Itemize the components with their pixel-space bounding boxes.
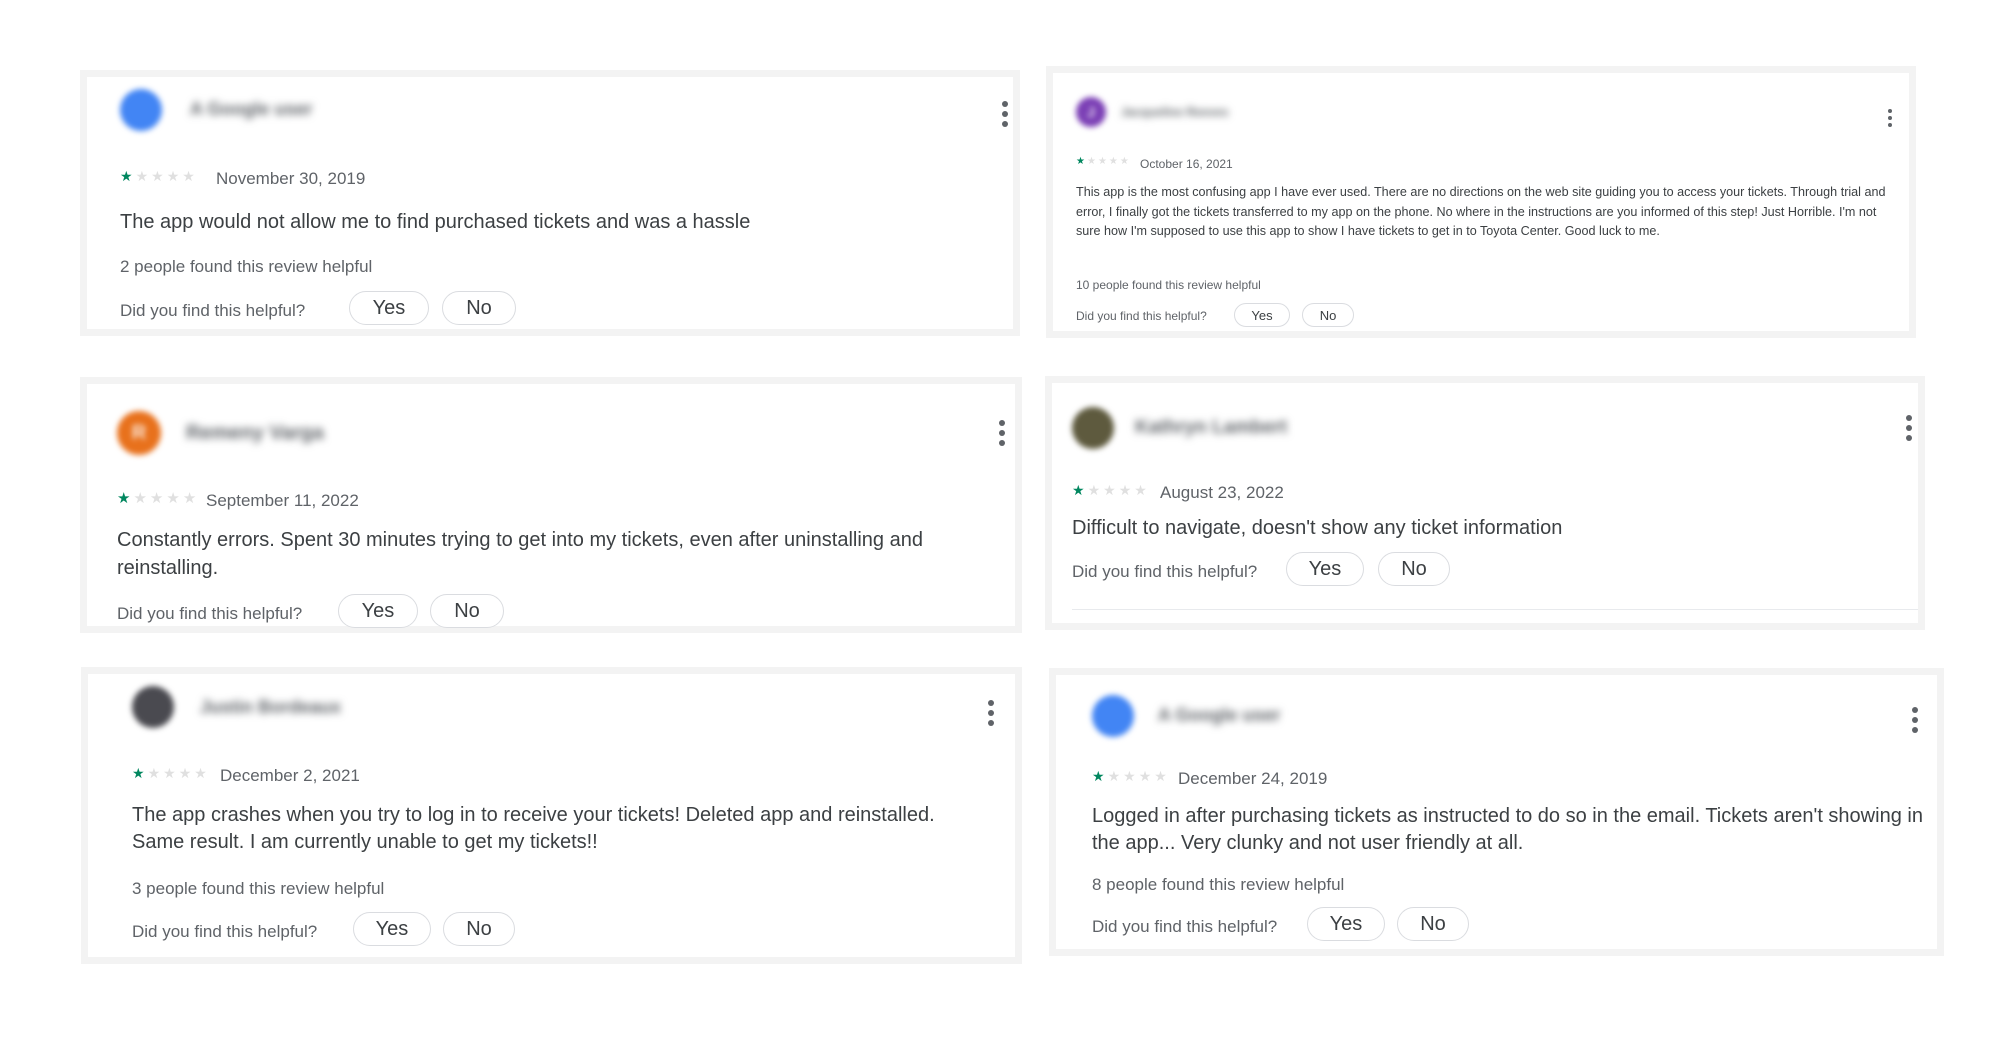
helpful-count: 10 people found this review helpful [1076,278,1261,292]
review-card: Kathryn Lambert ★ ★ ★ ★ ★ August 23, 2022 Di… [1045,376,1925,630]
star-icon: ★ [120,168,133,184]
yes-button[interactable]: Yes [1307,907,1385,941]
helpful-question: Did you find this helpful? [1076,309,1207,323]
yes-button[interactable]: Yes [349,291,429,325]
star-icon: ★ [151,168,164,184]
star-icon: ★ [194,765,207,781]
review-date: November 30, 2019 [216,169,366,188]
no-button[interactable]: No [443,912,515,946]
star-icon: ★ [132,765,145,781]
star-rating: ★ ★ ★ ★ ★ [117,491,196,506]
review-date: September 11, 2022 [206,491,359,510]
star-icon: ★ [149,490,164,507]
reviewer-name: Remeny Varga [186,422,324,444]
no-button[interactable]: No [1397,907,1469,941]
avatar [132,686,174,728]
star-icon: ★ [166,490,180,507]
star-icon: ★ [1086,156,1096,167]
divider [1072,609,1918,610]
reviewer-name: A Google user [190,99,313,119]
review-card: A Google user ★ ★ ★ ★ ★ December 24, 2019 Lo… [1049,668,1944,956]
review-text: Logged in after purchasing tickets as in… [1092,805,1923,854]
more-options-icon[interactable] [998,420,1006,446]
star-icon: ★ [182,490,197,507]
helpful-question: Did you find this helpful? [120,301,306,320]
review-date: December 24, 2019 [1178,769,1328,788]
review-date: August 23, 2022 [1160,483,1284,502]
star-icon: ★ [178,765,192,781]
more-options-icon[interactable] [1911,707,1919,733]
more-options-icon[interactable] [1905,415,1913,441]
no-button[interactable]: No [1302,303,1354,327]
review-card: A Google user ★ ★ ★ ★ ★ November 30, 2019 Th… [80,70,1020,336]
reviewer-name: Justin Bordeaux [200,697,342,717]
yes-button[interactable]: Yes [338,594,418,628]
star-icon: ★ [117,490,131,507]
no-button[interactable]: No [430,594,504,628]
star-icon: ★ [133,490,147,507]
star-rating: ★ ★ ★ ★ ★ [132,766,207,780]
yes-button[interactable]: Yes [353,912,431,946]
avatar: R [117,411,161,455]
helpful-count: 8 people found this review helpful [1092,875,1345,894]
star-icon: ★ [163,765,176,781]
star-icon: ★ [1118,482,1132,498]
star-icon: ★ [1123,768,1136,784]
review-card: Justin Bordeaux ★ ★ ★ ★ ★ December 2, 2021 T… [81,667,1022,964]
star-icon: ★ [1076,156,1085,167]
review-text: Constantly errors. Spent 30 minutes tryi… [117,529,923,579]
star-icon: ★ [1107,768,1121,784]
helpful-count: 2 people found this review helpful [120,257,373,276]
helpful-question: Did you find this helpful? [117,604,303,623]
star-icon: ★ [1097,156,1107,167]
star-icon: ★ [135,168,149,184]
star-rating: ★ ★ ★ ★ ★ [1076,157,1129,167]
avatar [1072,407,1114,449]
star-icon: ★ [1138,768,1152,784]
review-card: R Remeny Varga ★ ★ ★ ★ ★ September 11, 2022 … [80,377,1022,633]
no-button[interactable]: No [1378,552,1450,586]
more-options-icon[interactable] [987,700,995,726]
star-icon: ★ [1134,482,1147,498]
review-text: The app crashes when you try to log in t… [132,804,935,853]
review-card: J Jacqueline Reeves ★ ★ ★ ★ ★ October 16, 20… [1046,66,1916,338]
avatar [120,89,162,131]
review-date: October 16, 2021 [1140,157,1233,171]
star-icon: ★ [1092,768,1105,784]
helpful-count: 3 people found this review helpful [132,879,385,898]
star-rating: ★ ★ ★ ★ ★ [1072,483,1147,497]
star-icon: ★ [1154,768,1167,784]
reviewer-name: Jacqueline Reeves [1121,105,1229,119]
reviewer-name: Kathryn Lambert [1135,417,1288,438]
yes-button[interactable]: Yes [1234,303,1290,327]
review-date: December 2, 2021 [220,766,360,785]
no-button[interactable]: No [442,291,516,325]
more-options-icon[interactable] [1001,101,1009,127]
yes-button[interactable]: Yes [1286,552,1364,586]
star-icon: ★ [1119,156,1129,167]
review-text: This app is the most confusing app I hav… [1076,185,1886,238]
avatar [1092,695,1134,737]
helpful-question: Did you find this helpful? [132,922,318,941]
star-icon: ★ [147,765,161,781]
helpful-question: Did you find this helpful? [1092,917,1278,936]
star-icon: ★ [1072,482,1085,498]
avatar: J [1076,97,1106,127]
helpful-question: Did you find this helpful? [1072,562,1258,581]
star-icon: ★ [1103,482,1116,498]
star-icon: ★ [1087,482,1101,498]
review-text: The app would not allow me to find purch… [120,211,751,233]
star-rating: ★ ★ ★ ★ ★ [1092,769,1167,783]
review-text: Difficult to navigate, doesn't show any … [1072,517,1563,539]
star-icon: ★ [182,168,195,184]
more-options-icon[interactable] [1886,109,1894,127]
star-icon: ★ [1108,156,1118,167]
star-rating: ★ ★ ★ ★ ★ [120,169,195,183]
star-icon: ★ [166,168,180,184]
reviewer-name: A Google user [1158,705,1281,725]
